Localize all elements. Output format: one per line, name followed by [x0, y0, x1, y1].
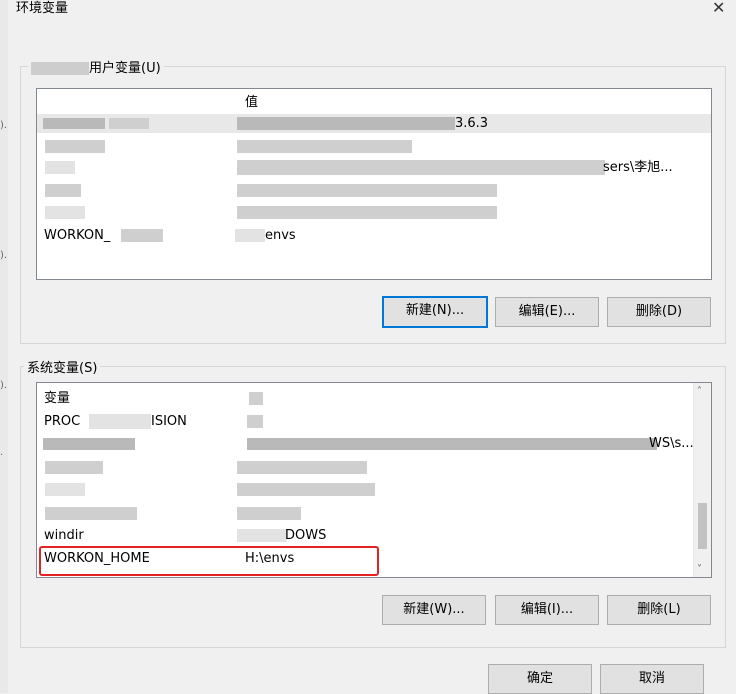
sys-var-name: windir [44, 528, 84, 543]
scroll-down-arrow-icon[interactable]: ˅ [697, 564, 702, 575]
sys-var-value: WS\s... [649, 436, 694, 451]
redacted-blur [235, 229, 265, 242]
redacted-blur [31, 62, 89, 75]
list-item[interactable] [37, 181, 711, 200]
redacted-blur [237, 461, 367, 474]
user-new-button[interactable]: 新建(N)... [382, 296, 488, 328]
redacted-blur [237, 117, 455, 130]
user-delete-button[interactable]: 删除(D) [607, 297, 711, 327]
user-var-value: 3.6.3 [455, 116, 489, 131]
user-variables-label: 用户变量(U) [28, 57, 164, 76]
list-item[interactable]: sers\李旭... [37, 158, 711, 177]
background-mark: . [0, 447, 4, 458]
redacted-blur [43, 118, 105, 129]
redacted-blur [247, 438, 657, 450]
scrollbar-thumb[interactable] [698, 503, 707, 549]
header-variable[interactable]: 变量 [44, 389, 70, 408]
dialog-title: 环境变量 [16, 1, 69, 16]
redacted-blur [89, 414, 151, 429]
list-item[interactable]: windir DOWS [37, 526, 711, 545]
background-mark: ). [0, 120, 8, 131]
list-item[interactable] [37, 203, 711, 222]
redacted-blur [45, 507, 137, 520]
ok-button[interactable]: 确定 [488, 664, 592, 694]
redacted-blur [237, 160, 605, 175]
background-mark: ). [0, 380, 8, 391]
redacted-blur [45, 140, 105, 153]
redacted-blur [237, 483, 375, 496]
redacted-blur [45, 206, 85, 219]
redacted-blur [45, 461, 103, 474]
vertical-scrollbar[interactable]: ˄ ˅ [693, 383, 711, 577]
list-header: 值 [37, 93, 711, 112]
list-item[interactable]: WORKON_ envs [37, 226, 711, 245]
list-item[interactable]: 3.6.3 [37, 114, 711, 133]
annotation-highlight-box [39, 546, 379, 576]
sys-var-value: DOWS [285, 528, 327, 543]
redacted-blur [45, 184, 81, 197]
redacted-blur [237, 529, 287, 542]
background-mark: ). [0, 250, 8, 261]
user-var-value: sers\李旭... [603, 160, 673, 175]
sys-var-name: PROC [44, 414, 81, 429]
user-edit-button[interactable]: 编辑(E)... [495, 297, 599, 327]
user-variables-label-text: 用户变量(U) [89, 61, 161, 76]
redacted-blur [121, 229, 163, 242]
cancel-button[interactable]: 取消 [600, 664, 704, 694]
system-variables-label: 系统变量(S) [24, 357, 101, 376]
redacted-blur [237, 507, 301, 520]
redacted-blur [249, 392, 263, 405]
user-var-value: envs [265, 228, 296, 243]
system-new-button[interactable]: 新建(W)... [382, 595, 486, 625]
redacted-blur [237, 206, 497, 219]
list-item[interactable] [37, 504, 711, 523]
system-edit-button[interactable]: 编辑(I)... [495, 595, 599, 625]
system-delete-button[interactable]: 删除(L) [607, 595, 711, 625]
redacted-blur [109, 118, 149, 129]
sys-var-name: ISION [151, 414, 187, 429]
user-var-name: WORKON_ [44, 228, 111, 243]
user-variables-list[interactable]: 值 3.6.3 sers\李旭... WORKON_ envs [36, 88, 712, 280]
scroll-up-arrow-icon[interactable]: ˄ [697, 386, 702, 397]
close-icon[interactable]: ✕ [712, 0, 725, 17]
list-item[interactable]: WS\s... [37, 434, 711, 453]
redacted-blur [237, 140, 412, 153]
redacted-blur [247, 415, 263, 428]
list-item[interactable] [37, 137, 711, 156]
redacted-blur [237, 184, 497, 197]
list-header: 变量 [37, 389, 711, 408]
redacted-blur [45, 483, 85, 496]
redacted-blur [43, 438, 135, 450]
header-value[interactable]: 值 [245, 93, 258, 112]
list-item[interactable]: PROC ISION [37, 412, 711, 431]
list-item[interactable] [37, 480, 711, 499]
list-item[interactable] [37, 458, 711, 477]
redacted-blur [45, 161, 75, 174]
